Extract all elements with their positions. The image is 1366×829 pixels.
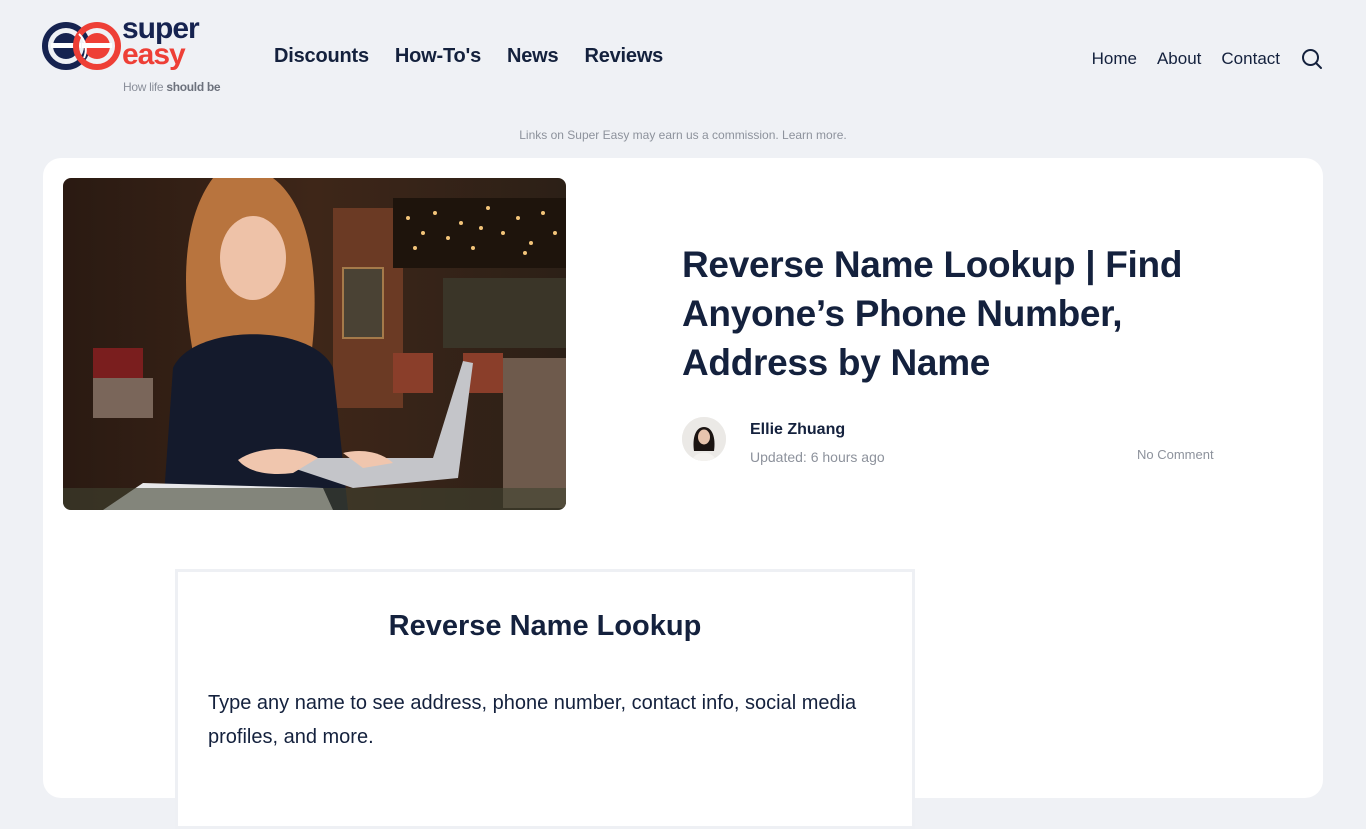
- article-title: Reverse Name Lookup | Find Anyone’s Phon…: [682, 244, 1183, 383]
- hero-image: [63, 178, 566, 510]
- hero-photo-illustration: [63, 178, 566, 510]
- logo-wordmark: super easy: [122, 14, 200, 71]
- lookup-widget-title: Reverse Name Lookup: [388, 610, 702, 642]
- site-header: super easy How life should be Discounts …: [0, 0, 1366, 110]
- article-card: Reverse Name Lookup | Find Anyone’s Phon…: [43, 158, 1323, 829]
- author-avatar[interactable]: [682, 417, 726, 461]
- super-easy-logo-icon: [42, 22, 121, 70]
- reverse-name-lookup-widget: Reverse Name Lookup Type any name to see…: [175, 569, 915, 829]
- search-button[interactable]: [1300, 47, 1324, 71]
- search-icon: [1302, 49, 1322, 69]
- lookup-widget-description: Type any name to see address, phone numb…: [208, 692, 857, 748]
- logo-word-easy: easy: [122, 38, 186, 71]
- tagline-bold: should be: [166, 80, 221, 94]
- author-photo: [682, 417, 726, 461]
- nav-contact[interactable]: Contact: [1221, 49, 1280, 69]
- secondary-nav: Home About Contact: [1092, 47, 1324, 71]
- main-nav: Discounts How-To's News Reviews: [274, 45, 663, 68]
- nav-about[interactable]: About: [1157, 49, 1201, 69]
- nav-how-tos[interactable]: How-To's: [395, 45, 481, 68]
- tagline-prefix: How life: [123, 80, 167, 94]
- nav-home[interactable]: Home: [1092, 49, 1137, 69]
- site-logo[interactable]: super easy How life should be: [42, 14, 232, 98]
- nav-news[interactable]: News: [507, 45, 559, 68]
- comment-count-link[interactable]: No Comment: [1137, 447, 1214, 462]
- updated-time: Updated: 6 hours ago: [750, 449, 885, 465]
- affiliate-disclosure[interactable]: Links on Super Easy may earn us a commis…: [0, 128, 1366, 142]
- logo-tagline: How life should be: [123, 80, 221, 94]
- nav-discounts[interactable]: Discounts: [274, 45, 369, 68]
- author-name[interactable]: Ellie Zhuang: [750, 421, 845, 439]
- nav-reviews[interactable]: Reviews: [584, 45, 663, 68]
